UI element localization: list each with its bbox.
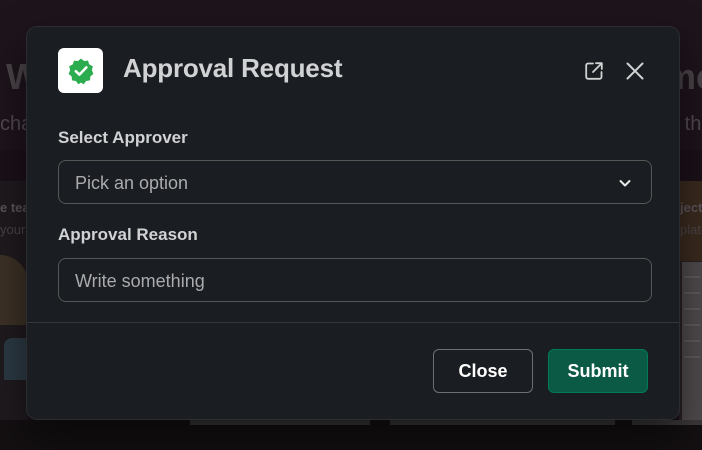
reason-label: Approval Reason [58,225,198,244]
approver-select-placeholder: Pick an option [75,173,189,193]
footer-divider [27,322,679,323]
background-preview-image [682,262,702,420]
background-footer-bar [632,420,702,425]
background-footer-bar [390,420,615,425]
approver-select[interactable]: Pick an option [58,160,652,204]
modal-title: Approval Request [123,53,343,83]
background-illustration-person-2 [4,338,28,380]
approver-label: Select Approver [58,128,188,147]
close-icon[interactable] [622,58,648,84]
submit-button[interactable]: Submit [548,349,648,393]
reason-input-placeholder: Write something [75,271,205,291]
background-card-right-title: ject [680,200,702,215]
external-link-icon[interactable] [581,58,607,84]
chevron-down-icon [619,180,631,187]
background-card-right-sub: plat [680,222,701,237]
approval-request-modal: Approval Request Select Approver Pick an… [27,27,679,419]
background-card-left-sub: your [0,222,26,237]
reason-input[interactable]: Write something [58,258,652,302]
background-card-left-title: e tea [0,200,30,215]
modal-header: Approval Request [27,27,679,115]
background-footer-bar [190,420,370,425]
background-card-right-header [679,181,702,261]
close-button[interactable]: Close [433,349,533,393]
verified-badge-icon [58,48,103,93]
